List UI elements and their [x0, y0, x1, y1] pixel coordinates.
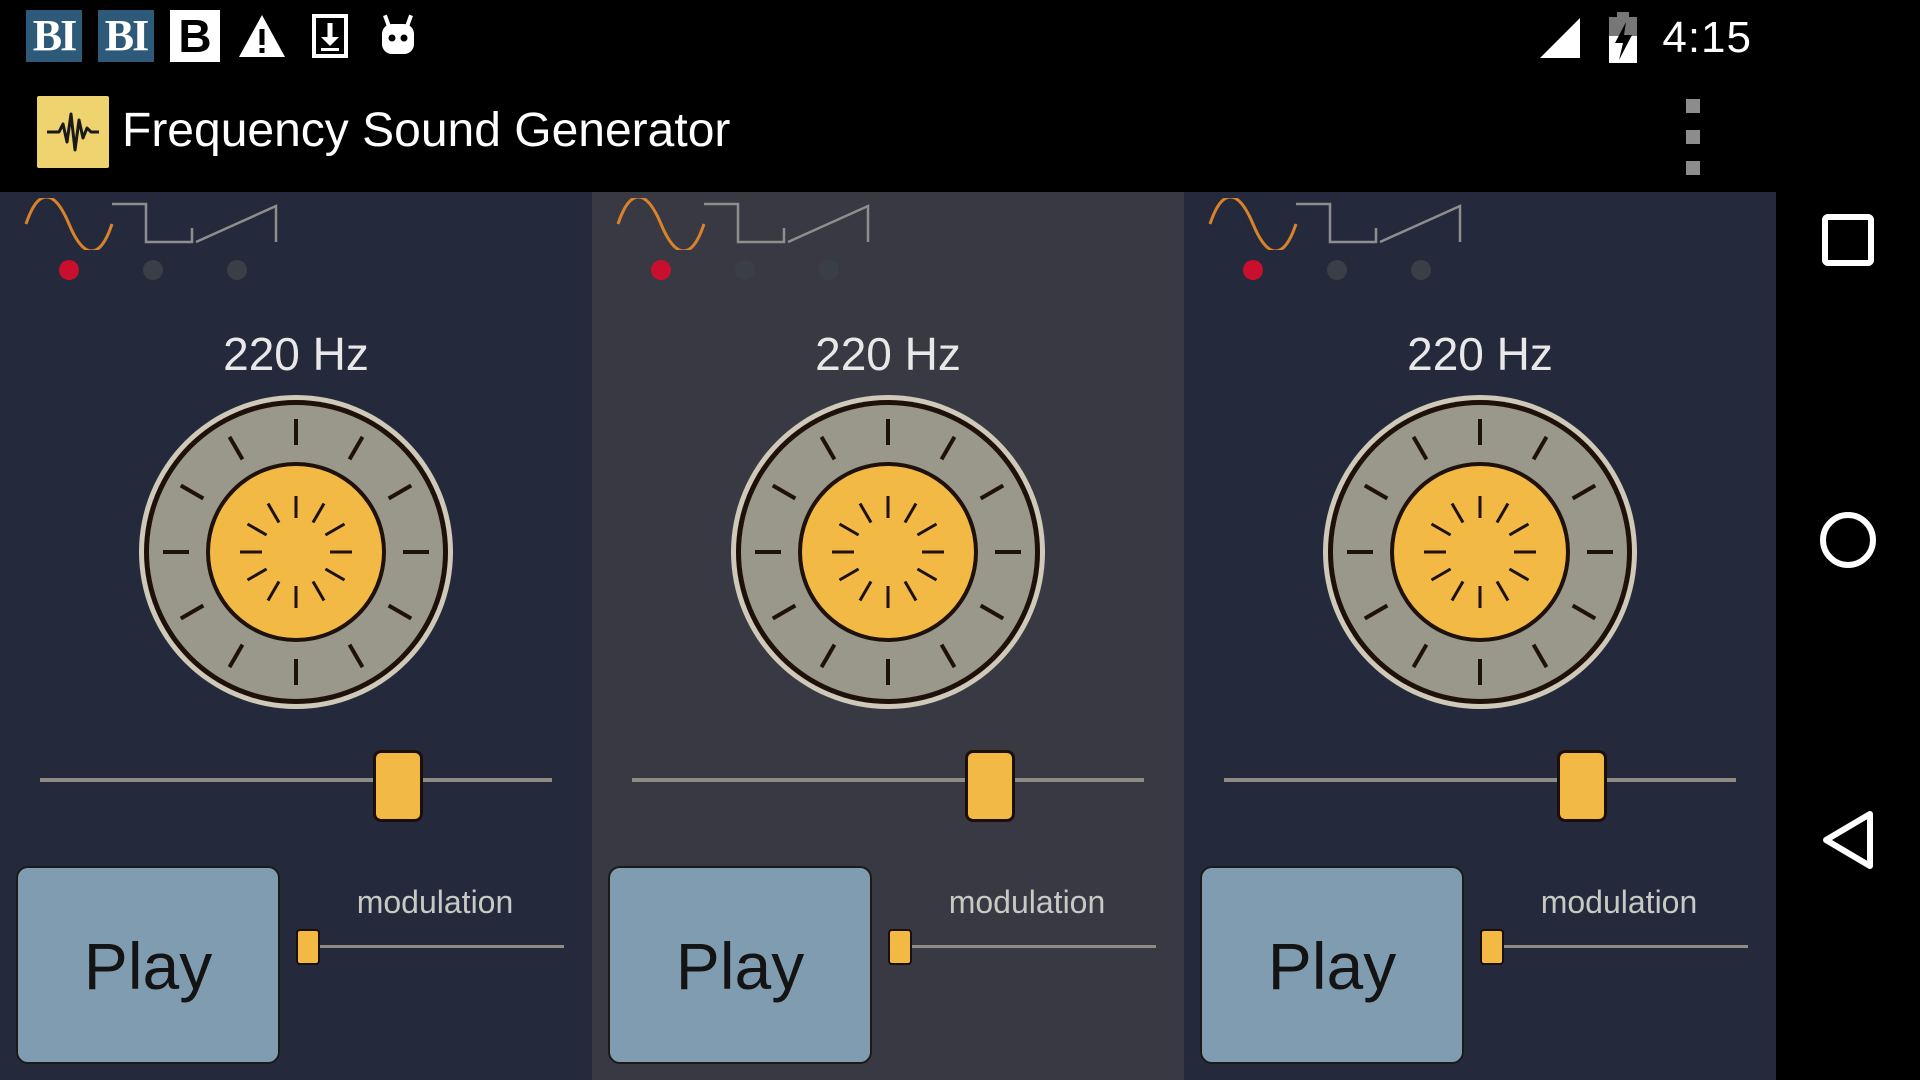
selected-indicator — [651, 260, 671, 280]
generator-panels: 220 Hz Play modulation 220 Hz Play modulatio… — [0, 192, 1776, 1080]
download-icon — [312, 14, 348, 58]
frequency-label: 220 Hz — [223, 328, 369, 380]
frequency-label: 220 Hz — [1407, 328, 1553, 380]
indicator-dot — [819, 260, 839, 280]
selected-indicator — [1243, 260, 1263, 280]
back-icon — [1823, 811, 1873, 869]
frequency-knob[interactable] — [1320, 392, 1640, 712]
frequency-slider[interactable] — [40, 740, 552, 822]
modulation-slider[interactable] — [296, 917, 564, 977]
recents-button[interactable] — [1798, 190, 1898, 290]
slider-track — [1224, 778, 1736, 782]
home-icon — [1820, 512, 1876, 568]
slider-thumb[interactable] — [965, 750, 1016, 822]
sawtooth-wave-icon — [787, 204, 870, 244]
warning-icon — [239, 15, 285, 57]
square-wave-icon — [112, 202, 194, 244]
frequency-label: 220 Hz — [815, 328, 961, 380]
waveform-option-sine-wave[interactable] — [24, 198, 114, 288]
modulation-label: modulation — [356, 884, 514, 920]
sine-wave-icon — [24, 198, 114, 250]
waveform-option-square-wave[interactable] — [700, 198, 790, 288]
navigation-bar — [1776, 0, 1920, 1080]
frequency-slider[interactable] — [1224, 740, 1736, 822]
play-button[interactable]: Play — [608, 866, 872, 1064]
waveform-option-sawtooth-wave[interactable] — [1376, 198, 1466, 288]
modulation-label: modulation — [948, 884, 1106, 920]
selected-indicator — [59, 260, 79, 280]
recents-icon — [1822, 214, 1874, 266]
square-wave-icon — [704, 202, 786, 244]
bi-news-icon: BI — [98, 10, 154, 62]
status-bar: BI BI B 4:15 — [0, 0, 1776, 77]
overflow-menu-icon[interactable] — [1675, 99, 1711, 175]
waveform-option-square-wave[interactable] — [108, 198, 198, 288]
clock: 4:15 — [1662, 13, 1752, 62]
frequency-dial — [139, 395, 453, 709]
indicator-dot — [1327, 260, 1347, 280]
frequency-knob[interactable] — [136, 392, 456, 712]
app-bar: Frequency Sound Generator — [0, 77, 1776, 192]
android-icon — [382, 14, 414, 54]
slider-thumb[interactable] — [1557, 750, 1608, 822]
back-button[interactable] — [1798, 790, 1898, 890]
slider-track — [40, 778, 552, 782]
slider-track — [632, 778, 1144, 782]
generator-panel: 220 Hz Play modulation — [0, 192, 592, 1080]
modulation-label: modulation — [1540, 884, 1698, 920]
frequency-knob[interactable] — [728, 392, 1048, 712]
status-right: 4:15 — [1536, 10, 1752, 66]
slider-thumb[interactable] — [373, 750, 424, 822]
b-app-icon: B — [170, 10, 220, 62]
play-button[interactable]: Play — [1200, 866, 1464, 1064]
frequency-slider[interactable] — [632, 740, 1144, 822]
square-wave-icon — [1296, 202, 1378, 244]
waveform-option-sawtooth-wave[interactable] — [192, 198, 282, 288]
home-button[interactable] — [1798, 490, 1898, 590]
overflow-dot — [1686, 99, 1700, 113]
cell-signal-icon — [1540, 18, 1581, 58]
sawtooth-wave-icon — [195, 204, 278, 244]
frequency-dial — [731, 395, 1045, 709]
modulation-thumb[interactable] — [1480, 929, 1504, 965]
sine-wave-icon — [1208, 198, 1298, 250]
modulation-slider[interactable] — [1480, 917, 1748, 977]
sawtooth-wave-icon — [1379, 204, 1462, 244]
waveform-option-sine-wave[interactable] — [1208, 198, 1298, 288]
indicator-dot — [227, 260, 247, 280]
bi-news-icon: BI — [26, 10, 82, 62]
sine-wave-icon — [616, 198, 706, 250]
battery-charging-icon — [1609, 12, 1638, 63]
overflow-dot — [1686, 161, 1700, 175]
waveform-option-sawtooth-wave[interactable] — [784, 198, 874, 288]
overflow-dot — [1686, 130, 1700, 144]
modulation-track — [888, 945, 1156, 948]
waveform-option-sine-wave[interactable] — [616, 198, 706, 288]
notification-icons: BI BI B — [26, 10, 424, 62]
modulation-slider[interactable] — [888, 917, 1156, 977]
waveform-selector — [616, 198, 916, 288]
modulation-track — [1480, 945, 1748, 948]
modulation-thumb[interactable] — [888, 929, 912, 965]
app-title: Frequency Sound Generator — [122, 104, 731, 157]
generator-panel: 220 Hz Play modulation — [592, 192, 1184, 1080]
modulation-track — [296, 945, 564, 948]
play-button[interactable]: Play — [16, 866, 280, 1064]
frequency-dial — [1323, 395, 1637, 709]
indicator-dot — [1411, 260, 1431, 280]
waveform-option-square-wave[interactable] — [1292, 198, 1382, 288]
modulation-thumb[interactable] — [296, 929, 320, 965]
sound-wave-icon — [37, 96, 109, 168]
indicator-dot — [143, 260, 163, 280]
waveform-selector — [1208, 198, 1508, 288]
indicator-dot — [735, 260, 755, 280]
generator-panel: 220 Hz Play modulation — [1184, 192, 1776, 1080]
waveform-selector — [24, 198, 324, 288]
